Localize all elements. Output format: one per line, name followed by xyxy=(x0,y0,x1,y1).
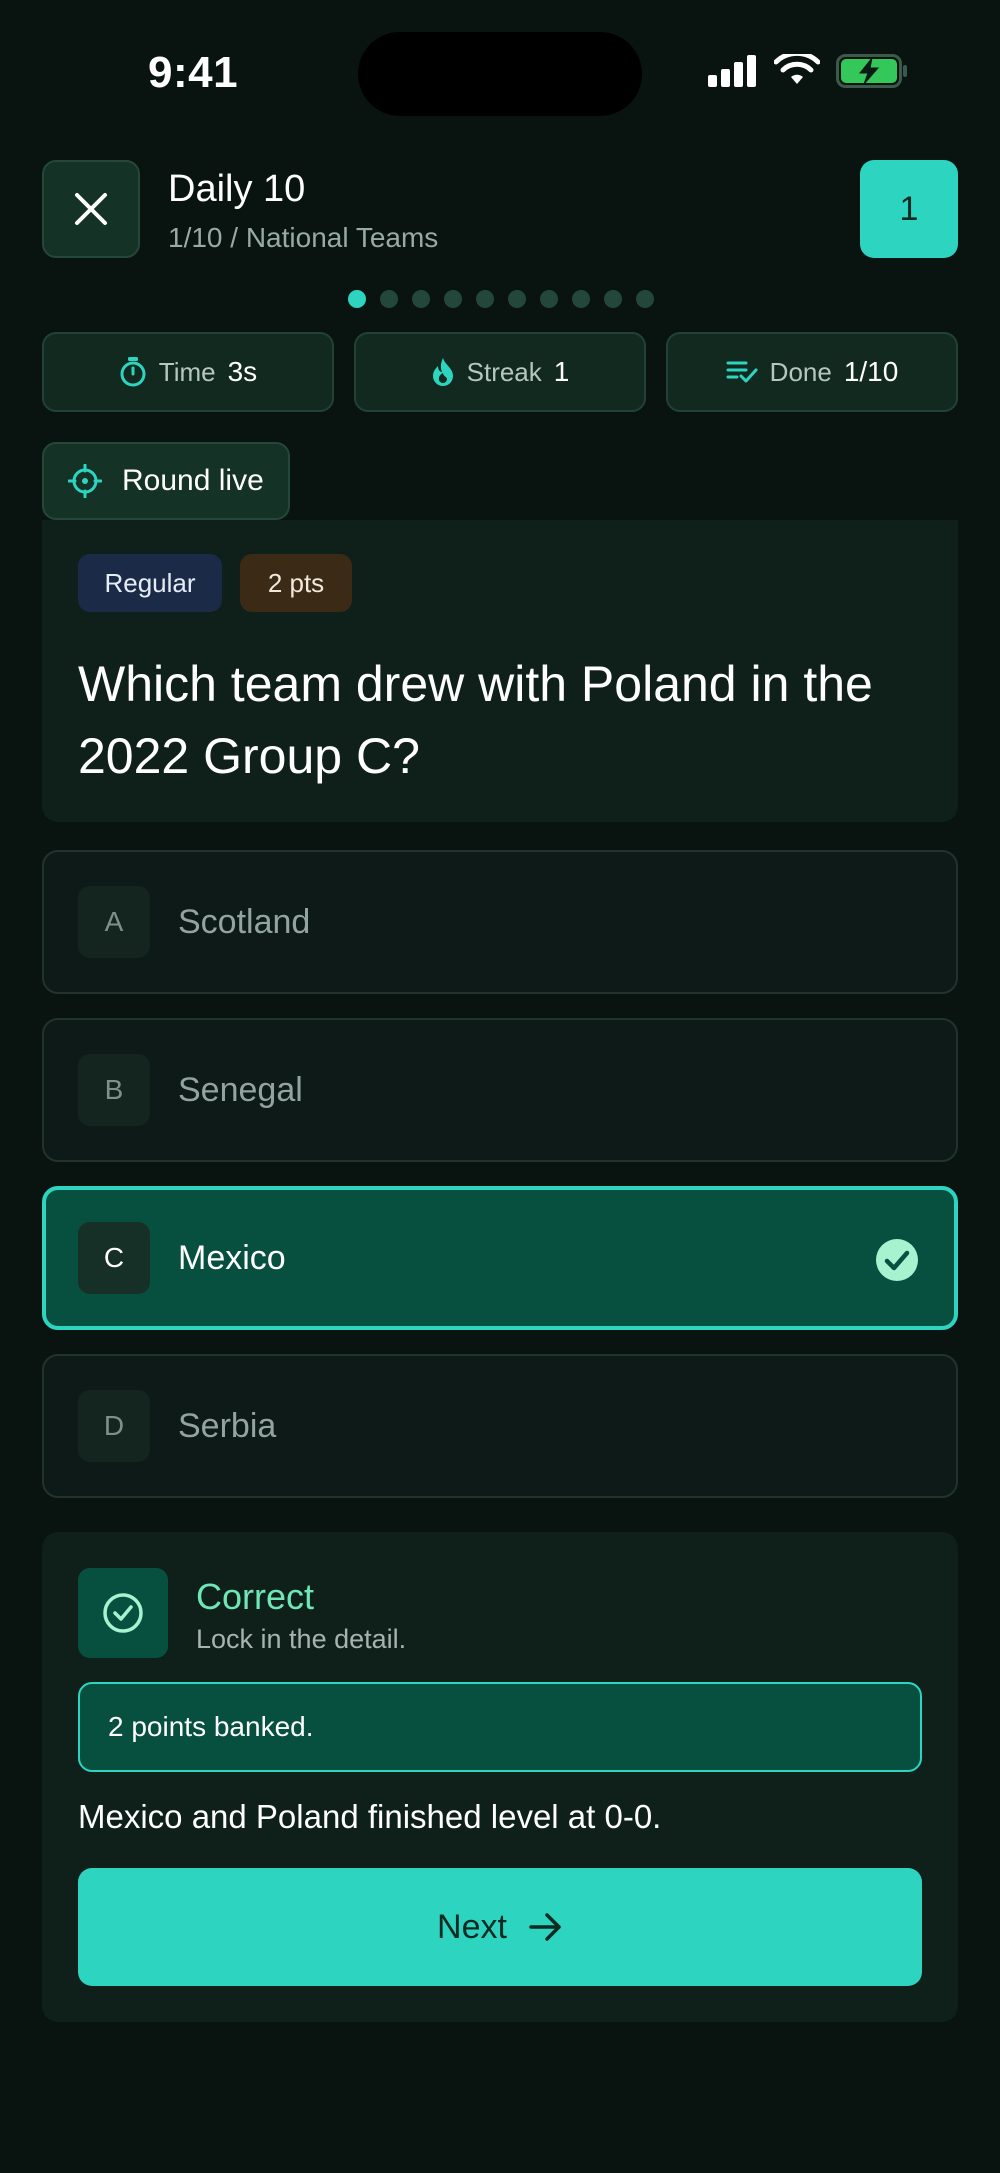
stat-done-value: 1/10 xyxy=(843,356,899,387)
close-icon xyxy=(75,193,107,225)
status-time: 9:41 xyxy=(148,48,239,97)
next-button-label: Next xyxy=(437,1907,507,1946)
progress-dot xyxy=(508,290,526,308)
feedback-subtitle: Lock in the detail. xyxy=(196,1624,407,1654)
answer-letter: B xyxy=(78,1054,150,1126)
next-button[interactable]: Next xyxy=(78,1868,922,1986)
feedback-icon-box xyxy=(78,1568,168,1658)
answer-option-c[interactable]: C Mexico xyxy=(42,1186,958,1330)
answer-option-d[interactable]: D Serbia xyxy=(42,1354,958,1498)
score-badge: 1 xyxy=(860,160,958,258)
progress-dot xyxy=(444,290,462,308)
answer-explanation: Mexico and Poland finished level at 0-0. xyxy=(78,1798,662,1835)
progress-dot xyxy=(380,290,398,308)
checklist-icon xyxy=(726,361,758,383)
round-status-label: Round live xyxy=(122,464,264,497)
quiz-title: Daily 10 xyxy=(168,168,306,210)
signal-icon xyxy=(708,55,756,87)
answer-letter: C xyxy=(78,1222,150,1294)
progress-dot xyxy=(636,290,654,308)
stat-time: Time 3s xyxy=(42,332,334,412)
wifi-icon xyxy=(774,54,820,84)
feedback-card: Correct Lock in the detail. 2 points ban… xyxy=(42,1532,958,2022)
quiz-subtitle: 1/10 / National Teams xyxy=(168,222,439,253)
close-button[interactable] xyxy=(42,160,140,258)
progress-dots xyxy=(348,290,654,308)
answer-option-b[interactable]: B Senegal xyxy=(42,1018,958,1162)
stat-time-value: 3s xyxy=(227,356,258,387)
battery-charging-icon xyxy=(836,54,907,88)
answer-label: Serbia xyxy=(178,1406,277,1445)
points-tag: 2 pts xyxy=(240,554,352,612)
answer-option-a[interactable]: A Scotland xyxy=(42,850,958,994)
check-circle-outline-icon xyxy=(103,1593,143,1633)
check-circle-icon xyxy=(876,1239,918,1281)
question-card: Regular 2 pts Which team drew with Polan… xyxy=(42,520,958,822)
feedback-title: Correct xyxy=(196,1576,315,1617)
timer-icon xyxy=(120,357,146,387)
crosshair-icon xyxy=(68,464,102,498)
answer-label: Scotland xyxy=(178,902,311,941)
dynamic-island xyxy=(358,32,642,116)
progress-dot xyxy=(540,290,558,308)
progress-dot xyxy=(572,290,590,308)
stat-time-label: Time xyxy=(158,356,216,387)
progress-dot xyxy=(348,290,366,308)
stats-bar: Time 3s Streak 1 Done 1/10 xyxy=(42,332,958,412)
status-icons xyxy=(708,54,908,88)
answer-label: Mexico xyxy=(178,1238,286,1277)
stat-streak: Streak 1 xyxy=(354,332,646,412)
round-status-pill: Round live xyxy=(42,442,290,520)
arrow-right-icon xyxy=(529,1913,561,1941)
question-text: Which team drew with Poland in the 2022 … xyxy=(78,656,873,784)
stat-done-label: Done xyxy=(769,356,832,387)
answer-letter: D xyxy=(78,1390,150,1462)
answer-letter: A xyxy=(78,886,150,958)
points-banked-banner: 2 points banked. xyxy=(78,1682,922,1772)
stat-done: Done 1/10 xyxy=(666,332,958,412)
progress-dot xyxy=(604,290,622,308)
stat-streak-label: Streak xyxy=(466,356,542,387)
status-bar: 9:41 xyxy=(0,0,1000,150)
answer-label: Senegal xyxy=(178,1070,303,1109)
difficulty-tag: Regular xyxy=(78,554,222,612)
flame-icon xyxy=(432,358,453,386)
progress-dot xyxy=(476,290,494,308)
progress-dot xyxy=(412,290,430,308)
stat-streak-value: 1 xyxy=(553,356,570,387)
